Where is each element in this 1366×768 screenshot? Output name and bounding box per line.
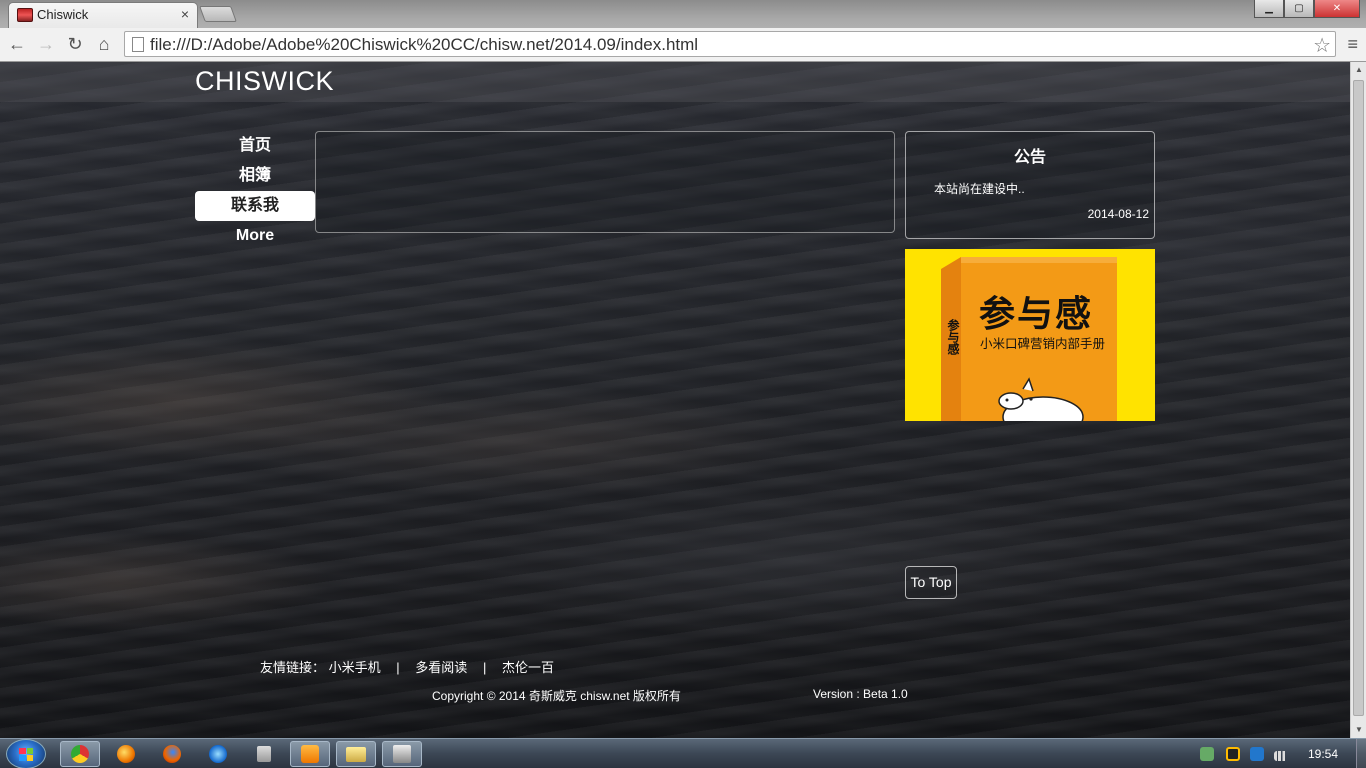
tab-strip: Chiswick × ▁ ▢ ✕ — [0, 0, 1366, 28]
link-separator: | — [482, 660, 487, 675]
page-icon — [132, 37, 144, 52]
notice-panel: 公告 本站尚在建设中.. 2014-08-12 — [905, 131, 1155, 239]
home-icon[interactable]: ⌂ — [93, 33, 115, 55]
app-icon[interactable] — [382, 741, 422, 767]
chrome-icon[interactable] — [60, 741, 100, 767]
vertical-scrollbar[interactable]: ▲ ▼ — [1350, 62, 1366, 738]
scroll-down-icon[interactable]: ▼ — [1351, 722, 1366, 738]
nav-item-contact[interactable]: 联系我 — [195, 191, 315, 221]
favicon-icon — [17, 8, 33, 22]
media-player-icon[interactable] — [290, 741, 330, 767]
version-text: Version : Beta 1.0 — [813, 687, 908, 701]
scroll-up-icon[interactable]: ▲ — [1351, 62, 1366, 78]
page-viewport: CHISWICK 首页 相簿 联系我 More 公告 本站尚在建设中.. 201… — [0, 62, 1350, 738]
url-text[interactable]: file:///D:/Adobe/Adobe%20Chiswick%20CC/c… — [150, 35, 698, 55]
maximize-button[interactable]: ▢ — [1284, 0, 1314, 18]
link-separator: | — [396, 660, 400, 675]
notice-title: 公告 — [1013, 149, 1046, 166]
nav-item-home[interactable]: 首页 — [195, 131, 315, 161]
bookmark-star-icon[interactable]: ☆ — [1313, 33, 1331, 58]
nav-item-more[interactable]: More — [195, 221, 315, 251]
to-top-button[interactable]: To Top — [905, 566, 957, 599]
ie-icon[interactable] — [198, 741, 238, 767]
browser-tab-active[interactable]: Chiswick × — [8, 2, 198, 28]
minimize-button[interactable]: ▁ — [1254, 0, 1284, 18]
address-bar[interactable]: file:///D:/Adobe/Adobe%20Chiswick%20CC/c… — [124, 31, 1336, 57]
chrome-menu-icon[interactable]: ≡ — [1347, 34, 1358, 55]
main-nav: 首页 相簿 联系我 More — [195, 131, 315, 251]
book-ad-image[interactable]: 参与感 小米口碑营销内部手册 参与感 — [905, 249, 1155, 421]
book-ad-title: 参与感 — [979, 294, 1094, 335]
close-window-button[interactable]: ✕ — [1314, 0, 1360, 18]
new-tab-button[interactable] — [199, 6, 237, 22]
taskbar: 19:54 — [0, 738, 1366, 768]
reload-icon[interactable]: ↻ — [64, 33, 86, 55]
link-duokan[interactable]: 多看阅读 — [415, 660, 467, 675]
tray-signal-icon[interactable] — [1274, 751, 1288, 761]
notice-date: 2014-08-12 — [1087, 207, 1149, 221]
copyright-text: Copyright © 2014 奇斯威克 chisw.net 版权所有 — [432, 689, 681, 703]
tray-network-icon[interactable] — [1200, 747, 1214, 761]
site-title[interactable]: CHISWICK — [195, 66, 334, 97]
windows-logo-icon — [19, 748, 33, 761]
tab-title: Chiswick — [37, 7, 89, 22]
browser-toolbar: ← → ↻ ⌂ file:///D:/Adobe/Adobe%20Chiswic… — [0, 28, 1366, 62]
start-button[interactable] — [6, 739, 46, 768]
firefox-alt-icon[interactable] — [106, 741, 146, 767]
link-jaylun[interactable]: 杰伦一百 — [502, 660, 554, 675]
tray-security-icon[interactable] — [1250, 747, 1264, 761]
notepad-icon[interactable] — [244, 741, 284, 767]
book-spine-text: 参与感 — [946, 319, 960, 355]
friend-links: 友情链接： 小米手机 | 多看阅读 | 杰伦一百 — [260, 657, 554, 676]
book-ad-subtitle: 小米口碑营销内部手册 — [980, 336, 1106, 351]
forward-icon[interactable]: → — [35, 33, 57, 55]
back-icon[interactable]: ← — [6, 33, 28, 55]
link-xiaomi[interactable]: 小米手机 — [329, 660, 381, 675]
tray-qq-icon[interactable] — [1226, 747, 1240, 761]
firefox-icon[interactable] — [152, 741, 192, 767]
content-panel — [315, 131, 895, 233]
explorer-icon[interactable] — [336, 741, 376, 767]
scroll-thumb[interactable] — [1353, 80, 1364, 716]
show-desktop-button[interactable] — [1356, 739, 1366, 768]
notice-text: 本站尚在建设中.. — [934, 182, 1025, 196]
window-controls: ▁ ▢ ✕ — [1254, 0, 1360, 18]
taskbar-clock[interactable]: 19:54 — [1308, 747, 1338, 761]
links-label: 友情链接： — [260, 660, 326, 675]
nav-item-album[interactable]: 相簿 — [195, 161, 315, 191]
tab-close-icon[interactable]: × — [181, 6, 189, 22]
browser-chrome: Chiswick × ▁ ▢ ✕ ← → ↻ ⌂ file:///D:/Adob… — [0, 0, 1366, 62]
